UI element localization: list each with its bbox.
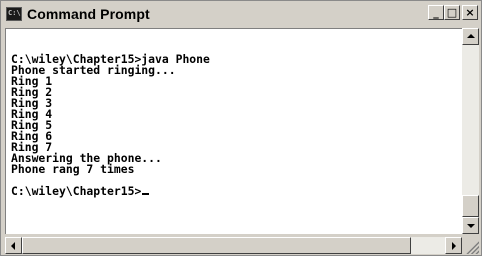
console-line: Ring 3: [11, 96, 53, 110]
scroll-down-button[interactable]: [462, 217, 479, 234]
scroll-left-button[interactable]: [5, 237, 22, 254]
arrow-right-icon: [452, 242, 456, 250]
command-prompt-window: Command Prompt _ □ × C:\wiley\Chapter15>…: [0, 0, 482, 256]
console-line: Ring 2: [11, 85, 53, 99]
arrow-down-icon: [467, 224, 475, 228]
console-text: C:\wiley\Chapter15>java Phone Phone start…: [6, 29, 462, 197]
title-bar[interactable]: Command Prompt _ □ ×: [3, 3, 479, 25]
resize-grip-icon[interactable]: [464, 237, 479, 254]
scroll-up-button[interactable]: [462, 28, 479, 45]
scroll-right-button[interactable]: [445, 237, 462, 254]
text-cursor: [142, 193, 150, 195]
console-line: Phone rang 7 times: [11, 162, 135, 176]
console-prompt: C:\wiley\Chapter15>: [11, 184, 142, 198]
vertical-scroll-thumb[interactable]: [462, 195, 479, 217]
minimize-button[interactable]: _: [428, 5, 444, 20]
window-title: Command Prompt: [27, 6, 150, 22]
vertical-scrollbar[interactable]: [462, 28, 479, 234]
console-output[interactable]: C:\wiley\Chapter15>java Phone Phone start…: [5, 28, 462, 234]
close-button[interactable]: ×: [462, 5, 478, 20]
arrow-up-icon: [467, 34, 475, 38]
console-prompt-line: C:\wiley\Chapter15>: [11, 184, 462, 198]
arrow-left-icon: [11, 242, 15, 250]
console-line: Ring 1: [11, 74, 53, 88]
console-line: Ring 5: [11, 118, 53, 132]
console-line: Ring 4: [11, 107, 53, 121]
maximize-button[interactable]: □: [444, 5, 460, 20]
horizontal-scroll-thumb[interactable]: [22, 237, 411, 254]
console-line: Phone started ringing...: [11, 63, 176, 77]
console-icon[interactable]: [6, 7, 22, 21]
horizontal-scrollbar[interactable]: [5, 237, 462, 254]
console-line: Ring 6: [11, 129, 53, 143]
window-controls: _ □ ×: [428, 5, 478, 20]
